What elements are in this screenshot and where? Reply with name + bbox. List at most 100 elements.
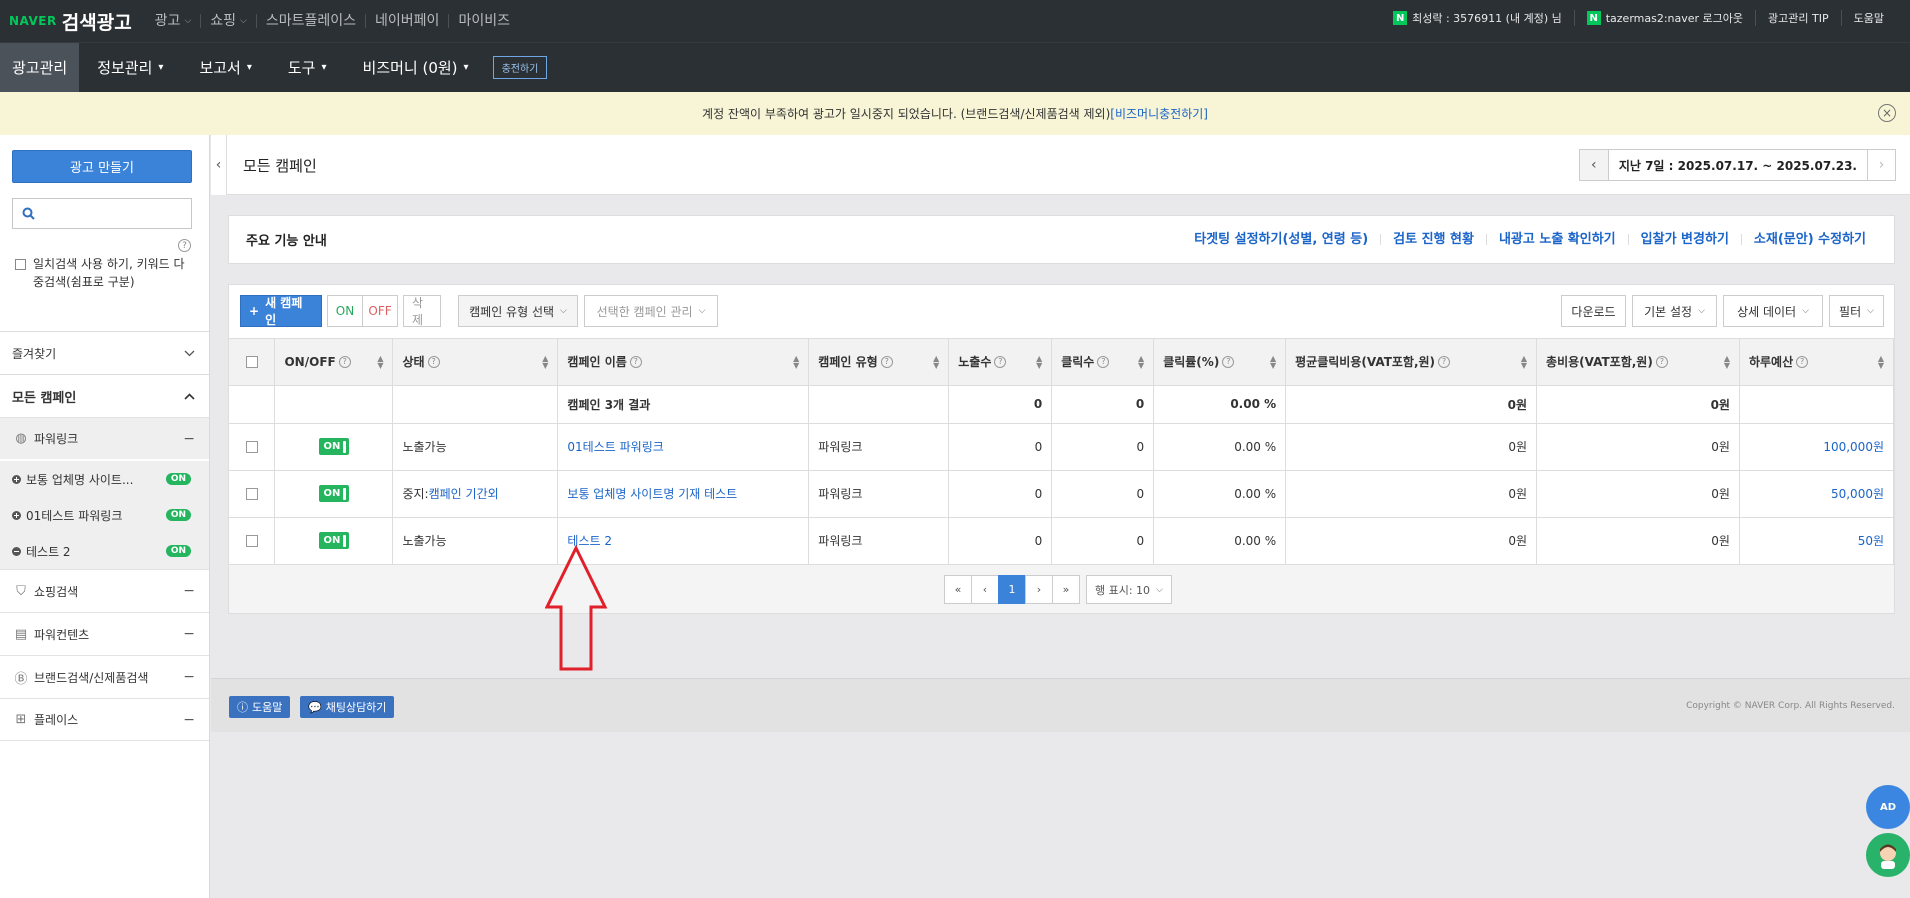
budget-link[interactable]: 100,000원 — [1823, 440, 1884, 454]
nav-tools[interactable]: 도구 ▾ — [270, 43, 345, 93]
header-clicks[interactable]: 클릭수? ▲ ▼ — [1051, 339, 1155, 386]
help-icon[interactable]: ? — [629, 355, 642, 368]
header-campaign-name[interactable]: 캠페인 이름? ▲ ▼ — [557, 339, 810, 386]
collapse-icon[interactable]: − — [183, 583, 195, 599]
budget-link[interactable]: 50,000원 — [1831, 487, 1884, 501]
sidebar-group-powercontents[interactable]: ▤ 파워컨텐츠 − — [0, 612, 209, 655]
collapse-icon[interactable] — [12, 546, 21, 556]
header-cpc[interactable]: 평균클릭비용(VAT포함,원)? ▲ ▼ — [1285, 339, 1538, 386]
chatbot-float-button[interactable] — [1866, 833, 1910, 877]
detail-data-select[interactable]: 상세 데이터 ⌵ — [1723, 295, 1823, 327]
header-cost[interactable]: 총비용(VAT포함,원)? ▲ ▼ — [1536, 339, 1740, 386]
ad-tip-link[interactable]: 광고관리 TIP — [1755, 10, 1841, 26]
sort-icon[interactable]: ▲ ▼ — [542, 354, 548, 369]
sort-icon[interactable]: ▲ ▼ — [1270, 354, 1276, 369]
charge-button[interactable]: 충전하기 — [492, 56, 548, 79]
collapse-icon[interactable]: − — [183, 669, 195, 685]
sidebar-search-input[interactable] — [12, 198, 192, 229]
sort-icon[interactable]: ▲ ▼ — [1521, 354, 1527, 369]
expand-icon[interactable] — [12, 510, 21, 520]
collapse-icon[interactable]: − — [183, 431, 195, 447]
header-campaign-type[interactable]: 캠페인 유형? ▲ ▼ — [808, 339, 950, 386]
sidebar-campaign-item[interactable]: 테스트 2 ON — [0, 533, 209, 569]
manage-selected-select[interactable]: 선택한 캠페인 관리 ⌵ — [584, 295, 718, 327]
header-ctr[interactable]: 클릭률(%)? ▲ ▼ — [1153, 339, 1287, 386]
onoff-toggle[interactable]: ON — [318, 485, 350, 502]
campaign-type-select[interactable]: 캠페인 유형 선택 ⌵ — [458, 295, 578, 327]
prev-page-button[interactable]: ‹ — [971, 575, 999, 604]
guide-link-targeting[interactable]: 타겟팅 설정하기(성별, 연령 등) — [1182, 233, 1380, 246]
chevron-left-icon[interactable]: ‹ — [1579, 150, 1608, 180]
first-page-button[interactable]: « — [944, 575, 972, 604]
campaign-name-link[interactable]: 보통 업체명 사이트명 기재 테스트 — [567, 487, 737, 501]
header-onoff[interactable]: ON/OFF? ▲ ▼ — [274, 339, 394, 386]
help-link[interactable]: 도움말 — [1840, 10, 1896, 26]
onoff-toggle[interactable]: ON — [318, 532, 350, 549]
sort-icon[interactable]: ▲ ▼ — [933, 354, 939, 369]
expand-icon[interactable] — [12, 474, 21, 484]
sort-icon[interactable]: ▲ ▼ — [1138, 354, 1144, 369]
account-info[interactable]: N 최성락 : 3576911 (내 계정) 님 — [1381, 10, 1574, 26]
help-icon[interactable]: ? — [178, 239, 191, 252]
collapse-icon[interactable]: − — [183, 712, 195, 728]
rows-per-page-select[interactable]: 행 표시: 10 ⌵ — [1086, 575, 1172, 604]
filter-select[interactable]: 필터 ⌵ — [1829, 295, 1884, 327]
help-icon[interactable]: ? — [427, 355, 440, 368]
last-page-button[interactable]: » — [1052, 575, 1080, 604]
collapse-icon[interactable]: − — [183, 626, 195, 642]
sidebar-all-campaigns[interactable]: 모든 캠페인 — [0, 374, 209, 417]
chevron-right-icon[interactable]: › — [1867, 150, 1895, 180]
new-campaign-button[interactable]: + 새 캠페인 — [240, 295, 322, 327]
bizmoney-charge-link[interactable]: [비즈머니충전하기] — [1110, 105, 1208, 122]
close-icon[interactable]: × — [1878, 104, 1896, 122]
nav-info-management[interactable]: 정보관리 ▾ — [79, 43, 181, 93]
sidebar-favorites[interactable]: 즐겨찾기 — [0, 331, 209, 374]
select-all-checkbox[interactable] — [245, 356, 258, 369]
sort-icon[interactable]: ▲ ▼ — [377, 354, 383, 369]
sidebar-group-shopping[interactable]: ⛉ 쇼핑검색 − — [0, 569, 209, 612]
sidebar-collapse-button[interactable]: ‹ — [211, 135, 227, 195]
help-icon[interactable]: ? — [1796, 355, 1809, 368]
help-icon[interactable]: ? — [994, 355, 1007, 368]
nav-ad-management[interactable]: 광고관리 — [0, 42, 80, 93]
naver-logo[interactable]: NAVER 검색광고 — [9, 8, 132, 35]
row-checkbox[interactable] — [245, 441, 258, 453]
help-icon[interactable]: ? — [1222, 355, 1235, 368]
next-page-button[interactable]: › — [1025, 575, 1053, 604]
footer-help-button[interactable]: ⓘ 도움말 — [229, 696, 291, 718]
nav-reports[interactable]: 보고서 ▾ — [181, 43, 269, 93]
header-impressions[interactable]: 노출수? ▲ ▼ — [948, 339, 1053, 386]
guide-link-review[interactable]: 검토 진행 현황 — [1380, 233, 1486, 246]
help-icon[interactable]: ? — [880, 355, 893, 368]
basic-settings-select[interactable]: 기본 설정 ⌵ — [1632, 295, 1717, 327]
sort-icon[interactable]: ▲ ▼ — [1878, 354, 1884, 369]
sort-icon[interactable]: ▲ ▼ — [1036, 354, 1042, 369]
exact-search-checkbox[interactable] — [15, 259, 26, 270]
ad-float-button[interactable]: AD — [1866, 785, 1910, 829]
sidebar-group-powerlink[interactable]: ◍ 파워링크 − — [0, 417, 209, 459]
sidebar-campaign-item[interactable]: 보통 업체명 사이트... ON — [0, 461, 209, 497]
nav-bizmoney[interactable]: 비즈머니 (0원) ▾ — [345, 43, 487, 93]
download-button[interactable]: 다운로드 — [1561, 295, 1626, 327]
header-status[interactable]: 상태? ▲ ▼ — [392, 339, 559, 386]
guide-link-exposure[interactable]: 내광고 노출 확인하기 — [1485, 233, 1628, 246]
budget-link[interactable]: 50원 — [1858, 534, 1884, 548]
help-icon[interactable]: ? — [1655, 355, 1668, 368]
user-logout[interactable]: Ntazermas2:naver 로그아웃 — [1573, 10, 1755, 26]
campaign-name-link[interactable]: 01테스트 파워링크 — [567, 440, 663, 454]
sidebar-group-brandsearch[interactable]: Ⓑ 브랜드검색/신제품검색 − — [0, 655, 209, 698]
chat-consult-button[interactable]: 💬 채팅상담하기 — [300, 696, 395, 718]
sidebar-campaign-item[interactable]: 01테스트 파워링크 ON — [0, 497, 209, 533]
help-icon[interactable]: ? — [1097, 355, 1110, 368]
top-nav-naverpay[interactable]: 네이버페이 — [365, 14, 448, 28]
guide-link-bid[interactable]: 입찰가 변경하기 — [1627, 233, 1741, 246]
delete-button[interactable]: 삭제 — [403, 295, 441, 327]
status-link[interactable]: 캠페인 기간외 — [429, 487, 499, 501]
top-nav-mybiz[interactable]: 마이비즈 — [448, 14, 519, 28]
top-nav-shopping[interactable]: 쇼핑 ⌵ — [200, 14, 256, 28]
sort-icon[interactable]: ▲ ▼ — [793, 354, 799, 369]
row-checkbox[interactable] — [245, 488, 258, 500]
onoff-toggle[interactable]: ON — [318, 438, 350, 455]
help-icon[interactable]: ? — [338, 355, 351, 368]
sort-icon[interactable]: ▲ ▼ — [1724, 354, 1730, 369]
